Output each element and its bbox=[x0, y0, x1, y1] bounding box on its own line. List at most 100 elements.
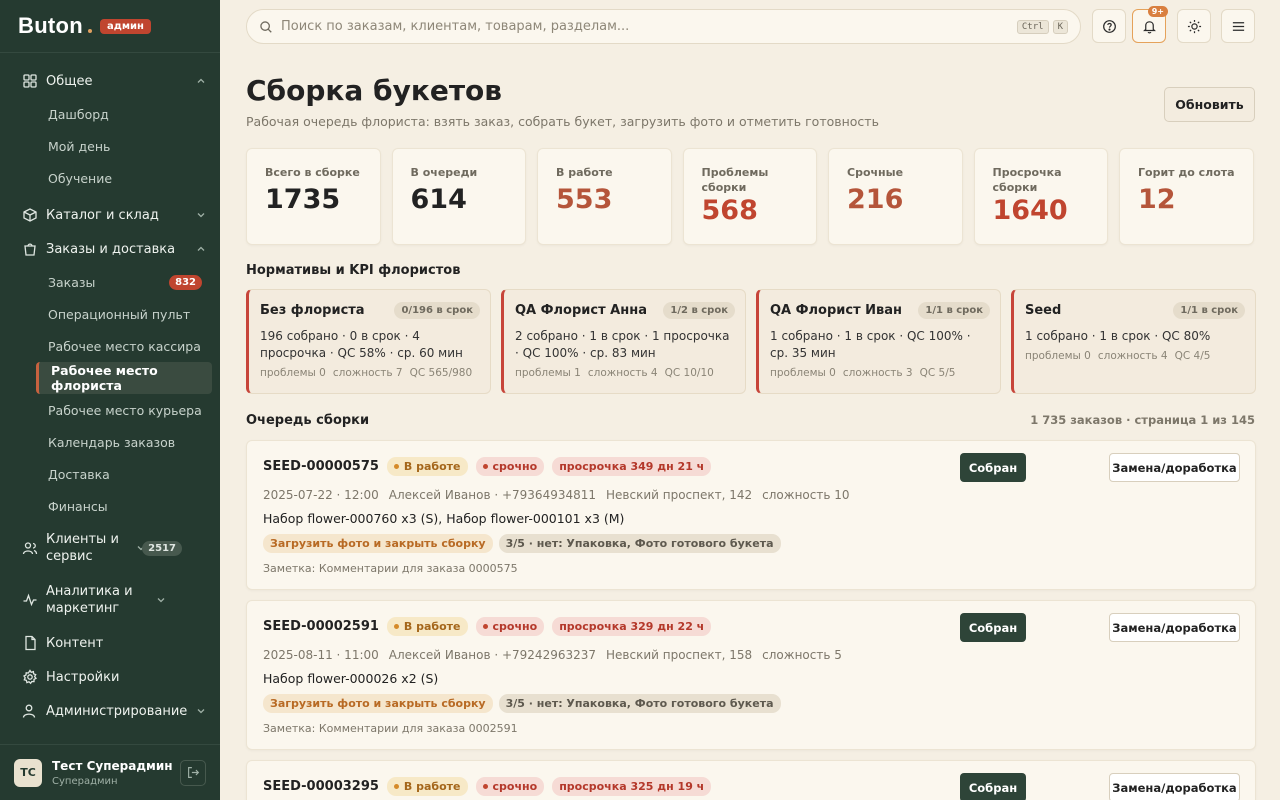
stat-card-in-progress: В работе 553 bbox=[537, 148, 672, 245]
stat-value: 1735 bbox=[265, 184, 341, 215]
sidebar-item-orders[interactable]: Заказы 832 bbox=[0, 266, 220, 298]
chevron-up-icon bbox=[197, 78, 205, 83]
stat-card-problems: Проблемы сборки 568 bbox=[682, 148, 817, 245]
kpi-card: Seed 1/1 в срок 1 собрано · 1 в срок · Q… bbox=[1011, 289, 1256, 394]
sidebar-item-finance[interactable]: Финансы bbox=[0, 490, 220, 522]
chart-icon bbox=[23, 593, 37, 607]
sidebar-item-training[interactable]: Обучение bbox=[0, 162, 220, 194]
sidebar-item-florist[interactable]: Рабочее место флориста bbox=[36, 362, 212, 394]
overdue-badge: просрочка 325 дн 19 ч bbox=[552, 777, 712, 796]
stat-value: 553 bbox=[556, 184, 613, 215]
kpi-meta: проблемы 0 сложность 7 QC 565/980 bbox=[260, 367, 480, 379]
kpi-problems: проблемы 0 bbox=[770, 367, 836, 379]
order-card: SEED-00003295 В работе срочно просрочка … bbox=[246, 760, 1256, 800]
sun-icon bbox=[1187, 19, 1201, 33]
stat-card-urgent: Срочные 216 bbox=[828, 148, 963, 245]
order-note: Заметка: Комментарии для заказа 0000575 bbox=[263, 562, 518, 575]
sidebar-section-analytics[interactable]: Аналитика и маркетинг bbox=[0, 574, 220, 626]
sidebar-item-delivery[interactable]: Доставка bbox=[0, 458, 220, 490]
sidebar-section-catalog[interactable]: Каталог и склад bbox=[0, 198, 220, 232]
order-id[interactable]: SEED-00000575 bbox=[263, 459, 379, 474]
order-id[interactable]: SEED-00002591 bbox=[263, 619, 379, 634]
user-role: Суперадмин bbox=[52, 775, 118, 787]
search-input[interactable] bbox=[281, 19, 1017, 34]
sidebar-section-label: Каталог и склад bbox=[46, 207, 159, 223]
chevron-down-icon bbox=[197, 709, 205, 714]
replace-rework-button[interactable]: Замена/доработка bbox=[1109, 773, 1240, 800]
chevron-down-icon bbox=[157, 598, 165, 603]
global-search: Ctrl K bbox=[246, 9, 1081, 44]
kpi-summary: 196 собрано · 0 в срок · 4 просрочка · Q… bbox=[260, 329, 463, 360]
status-text: В работе bbox=[403, 780, 461, 793]
sidebar-section-orders[interactable]: Заказы и доставка bbox=[0, 232, 220, 266]
replace-rework-button[interactable]: Замена/доработка bbox=[1109, 613, 1240, 642]
shortcut-key-k: K bbox=[1052, 19, 1068, 34]
kpi-qc: QC 565/980 bbox=[409, 367, 473, 379]
replace-rework-button[interactable]: Замена/доработка bbox=[1109, 453, 1240, 482]
sidebar-item-ops-console[interactable]: Операционный пульт bbox=[0, 298, 220, 330]
sidebar-item-my-day[interactable]: Мой день bbox=[0, 130, 220, 162]
urgent-badge: срочно bbox=[475, 457, 545, 476]
urgent-badge: срочно bbox=[475, 617, 545, 636]
stat-label: Проблемы сборки bbox=[701, 166, 769, 194]
sidebar-section-label: Контент bbox=[46, 635, 104, 651]
document-icon bbox=[25, 635, 36, 651]
brand-name: Buton bbox=[18, 13, 84, 38]
help-button[interactable] bbox=[1092, 9, 1126, 43]
menu-button[interactable] bbox=[1221, 9, 1255, 43]
kpi-qc: QC 10/10 bbox=[664, 367, 714, 379]
chevron-up-icon bbox=[197, 246, 205, 251]
orders-count-badge: 832 bbox=[169, 274, 202, 290]
logout-button[interactable] bbox=[180, 759, 206, 786]
stat-card-total: Всего в сборке 1735 bbox=[246, 148, 381, 245]
mark-assembled-button[interactable]: Собран bbox=[960, 773, 1026, 800]
mark-assembled-button[interactable]: Собран bbox=[960, 613, 1026, 642]
sidebar-item-cashier[interactable]: Рабочее место кассира bbox=[0, 330, 220, 362]
urgent-badge: срочно bbox=[475, 777, 545, 796]
user-name: Тест Суперадмин bbox=[52, 758, 173, 773]
order-id[interactable]: SEED-00003295 bbox=[263, 779, 379, 794]
sidebar-section-settings[interactable]: Настройки bbox=[0, 660, 220, 694]
sidebar-section-clients[interactable]: Клиенты и сервис 2517 bbox=[0, 522, 220, 574]
stat-value: 1640 bbox=[992, 195, 1068, 226]
stats-row: Всего в сборке 1735 В очереди 614 В рабо… bbox=[246, 148, 1256, 245]
status-badge: В работе bbox=[386, 777, 468, 796]
sidebar-section-content[interactable]: Контент bbox=[0, 626, 220, 660]
kpi-on-time-badge: 0/196 в срок bbox=[394, 302, 480, 319]
kpi-on-time-badge: 1/1 в срок bbox=[1173, 302, 1245, 319]
gear-icon bbox=[23, 669, 38, 685]
sidebar-item-courier[interactable]: Рабочее место курьера bbox=[0, 394, 220, 426]
refresh-button[interactable]: Обновить bbox=[1164, 87, 1255, 122]
stat-label: Срочные bbox=[847, 166, 904, 179]
status-badge: В работе bbox=[386, 457, 468, 476]
next-step-badge[interactable]: Загрузить фото и закрыть сборку bbox=[263, 534, 493, 553]
next-step-badge[interactable]: Загрузить фото и закрыть сборку bbox=[263, 694, 493, 713]
status-text: В работе bbox=[403, 460, 461, 473]
kpi-problems: проблемы 0 bbox=[260, 367, 326, 379]
sidebar-section-admin[interactable]: Администрирование bbox=[0, 694, 220, 728]
sidebar-item-calendar[interactable]: Календарь заказов bbox=[0, 426, 220, 458]
kpi-card: Без флориста 0/196 в срок 196 собрано · … bbox=[246, 289, 491, 394]
kpi-problems: проблемы 1 bbox=[515, 367, 581, 379]
notifications-button[interactable]: 9+ bbox=[1132, 6, 1168, 43]
urgent-text: срочно bbox=[492, 620, 538, 633]
stat-value: 12 bbox=[1138, 184, 1176, 215]
order-complexity: сложность 5 bbox=[762, 648, 842, 662]
order-client: Алексей Иванов · +79242963237 bbox=[388, 648, 597, 662]
grid-icon bbox=[23, 74, 37, 88]
kpi-florist-name: QA Флорист Иван bbox=[770, 303, 903, 318]
order-card: SEED-00000575 В работе срочно просрочка … bbox=[246, 440, 1256, 590]
sidebar-section-label: Настройки bbox=[46, 669, 120, 685]
brand-dot bbox=[88, 29, 93, 33]
kpi-florist-name: Без флориста bbox=[260, 303, 365, 318]
sidebar-item-dashboard[interactable]: Дашборд bbox=[0, 98, 220, 130]
theme-toggle-button[interactable] bbox=[1177, 9, 1211, 43]
kpi-row: Без флориста 0/196 в срок 196 собрано · … bbox=[246, 289, 1256, 394]
notification-count: 9+ bbox=[1147, 6, 1168, 17]
kpi-on-time-badge: 1/2 в срок bbox=[663, 302, 735, 319]
stat-label: Просрочка сборки bbox=[992, 166, 1062, 194]
sidebar-section-general[interactable]: Общее bbox=[0, 64, 220, 98]
help-icon bbox=[1102, 19, 1116, 33]
mark-assembled-button[interactable]: Собран bbox=[960, 453, 1026, 482]
cart-icon bbox=[24, 243, 36, 256]
